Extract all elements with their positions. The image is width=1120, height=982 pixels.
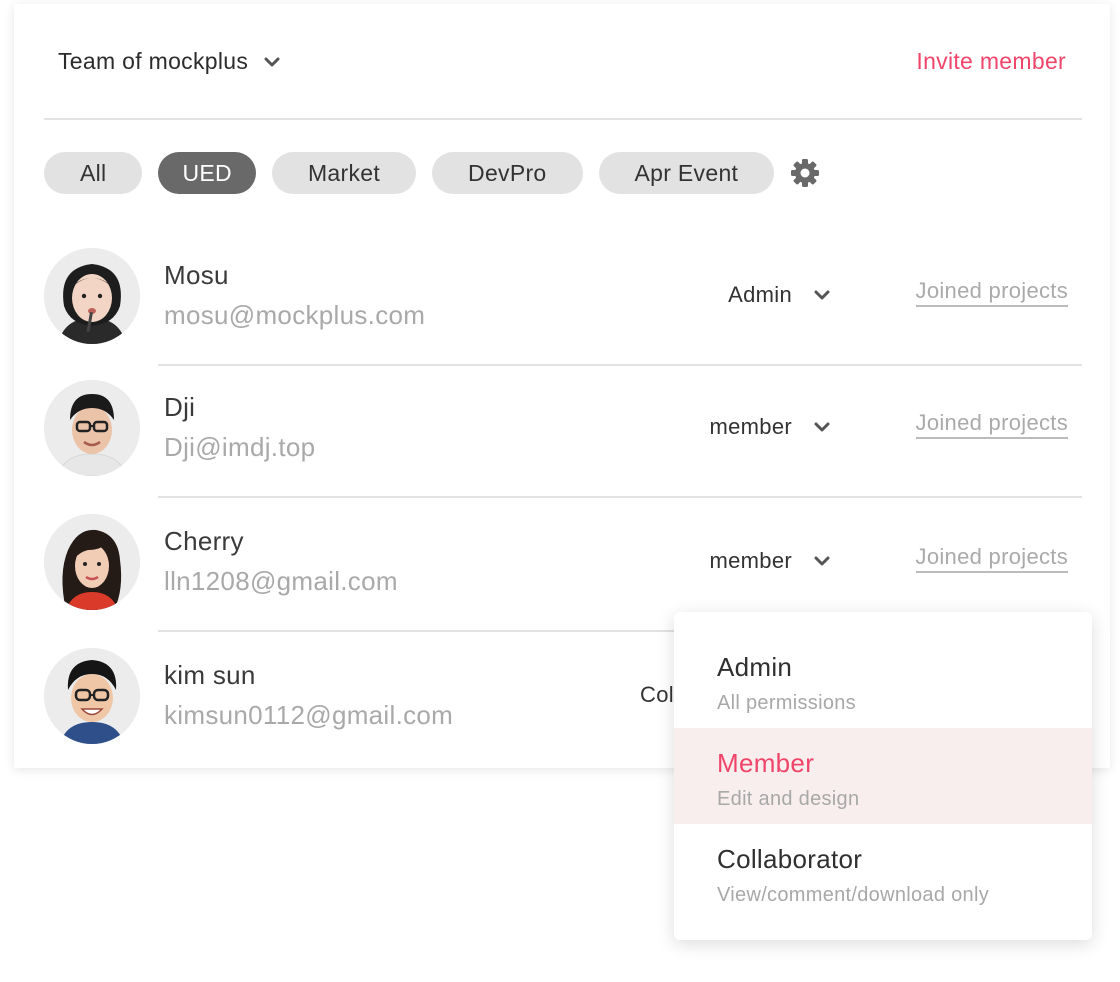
member-email: kimsun0112@gmail.com bbox=[164, 700, 454, 730]
role-selector[interactable]: member bbox=[710, 548, 831, 574]
role-option-collaborator[interactable]: Collaborator View/comment/download only bbox=[674, 824, 1092, 920]
role-selector[interactable]: member bbox=[710, 414, 831, 440]
tag-apr-event[interactable]: Apr Event bbox=[598, 152, 775, 194]
group-tags: All UED Market DevPro Apr Event bbox=[44, 152, 822, 194]
role-option-member[interactable]: Member Edit and design bbox=[674, 728, 1092, 824]
avatar bbox=[44, 648, 140, 744]
member-name: Mosu bbox=[164, 260, 229, 290]
role-option-description: All permissions bbox=[717, 692, 856, 714]
chevron-down-icon bbox=[814, 287, 830, 303]
avatar bbox=[44, 380, 140, 476]
avatar bbox=[44, 248, 140, 344]
member-email: lln1208@gmail.com bbox=[164, 566, 398, 596]
role-dropdown-menu: Admin All permissions Member Edit and de… bbox=[674, 612, 1092, 940]
tag-devpro[interactable]: DevPro bbox=[432, 152, 583, 194]
gear-icon[interactable] bbox=[788, 156, 822, 190]
role-label: Admin bbox=[728, 282, 792, 307]
team-selector[interactable]: Team of mockplus bbox=[58, 48, 280, 75]
tag-market[interactable]: Market bbox=[271, 152, 417, 194]
joined-projects-link[interactable]: Joined projects bbox=[915, 410, 1068, 439]
row-divider bbox=[158, 496, 1082, 498]
member-name: Dji bbox=[164, 392, 196, 422]
joined-projects-link[interactable]: Joined projects bbox=[915, 278, 1068, 307]
avatar bbox=[44, 514, 140, 610]
team-name-label: Team of mockplus bbox=[58, 48, 249, 74]
chevron-down-icon bbox=[264, 54, 280, 70]
role-label: member bbox=[709, 548, 792, 573]
role-option-description: View/comment/download only bbox=[717, 884, 990, 906]
header-divider bbox=[44, 118, 1082, 120]
role-selector[interactable]: Col bbox=[640, 682, 674, 708]
member-email: Dji@imdj.top bbox=[164, 432, 316, 462]
member-name: kim sun bbox=[164, 660, 256, 690]
role-selector[interactable]: Admin bbox=[728, 282, 830, 308]
role-option-title: Collaborator bbox=[717, 844, 863, 874]
invite-member-link[interactable]: Invite member bbox=[916, 48, 1066, 75]
member-email: mosu@mockplus.com bbox=[164, 300, 426, 330]
joined-projects-link[interactable]: Joined projects bbox=[915, 544, 1068, 573]
role-option-admin[interactable]: Admin All permissions bbox=[674, 632, 1092, 728]
role-option-title: Admin bbox=[717, 652, 793, 682]
tag-ued[interactable]: UED bbox=[158, 152, 256, 194]
tag-all[interactable]: All bbox=[44, 152, 143, 194]
role-label: Col bbox=[640, 682, 674, 707]
chevron-down-icon bbox=[814, 419, 830, 435]
member-name: Cherry bbox=[164, 526, 244, 556]
role-option-description: Edit and design bbox=[717, 788, 860, 810]
role-label: member bbox=[709, 414, 792, 439]
role-option-title: Member bbox=[717, 748, 815, 778]
member-row: Mosu mosu@mockplus.com Admin Joined proj… bbox=[44, 234, 1082, 366]
chevron-down-icon bbox=[814, 553, 830, 569]
member-row: Dji Dji@imdj.top member Joined projects bbox=[44, 366, 1082, 498]
